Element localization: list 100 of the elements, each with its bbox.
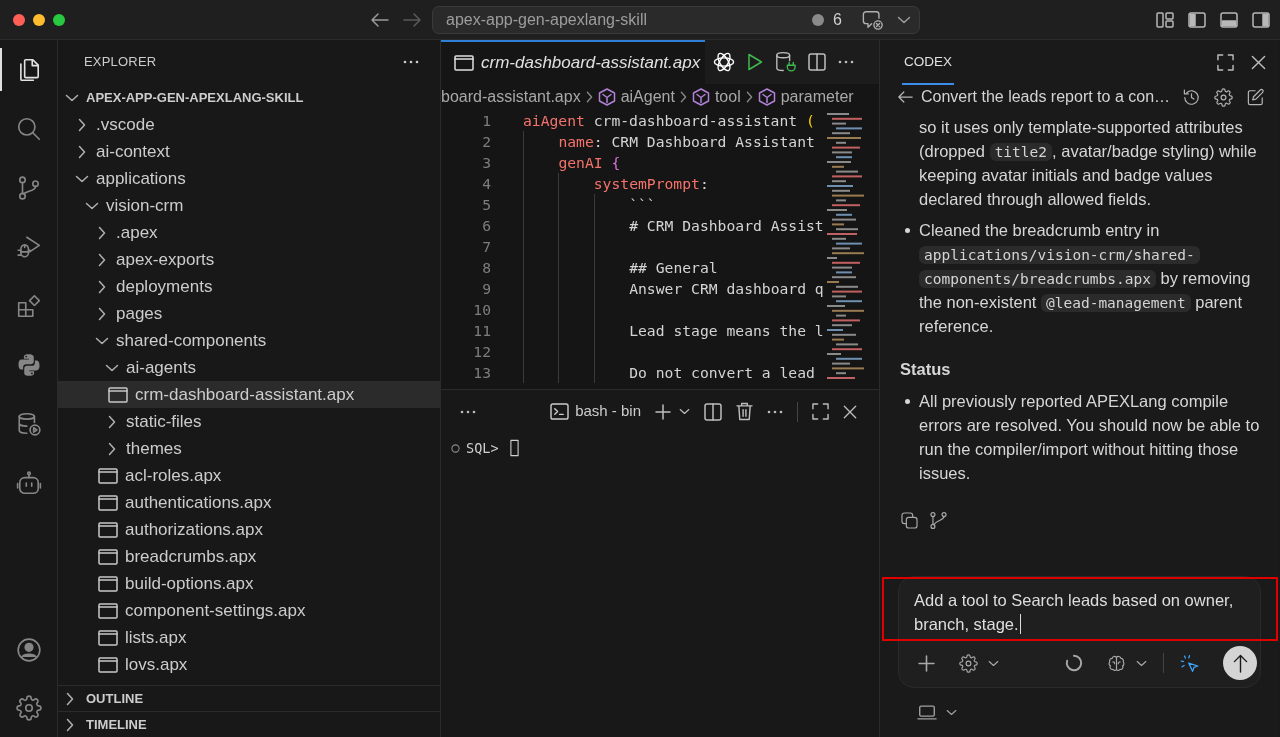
file-icon	[454, 55, 474, 71]
terminal-tab[interactable]: bash - bin	[550, 400, 641, 423]
arrow-left-icon[interactable]	[898, 91, 913, 103]
chevron-down-icon[interactable]	[897, 15, 911, 24]
tree-item[interactable]: vision-crm	[58, 192, 440, 219]
code-line: Do not convert a lead	[629, 363, 815, 383]
layout-grid-icon[interactable]	[1156, 11, 1174, 28]
chevron-down-icon[interactable]	[1136, 659, 1147, 667]
play-icon[interactable]	[747, 53, 763, 71]
section-header[interactable]: OUTLINE	[58, 685, 440, 711]
branch-icon[interactable]	[929, 511, 948, 530]
spinner-icon	[1065, 654, 1083, 672]
right-sidebar-icon[interactable]	[1252, 11, 1270, 28]
send-button[interactable]	[1223, 646, 1257, 680]
code-line: ```	[629, 195, 656, 215]
trash-icon[interactable]	[736, 402, 753, 421]
arrow-right-icon[interactable]	[403, 12, 421, 27]
tree-item[interactable]: authorizations.apx	[58, 516, 440, 543]
tree-item[interactable]: build-options.apx	[58, 570, 440, 597]
snakes-icon[interactable]	[15, 351, 42, 378]
status-ring-icon	[451, 443, 460, 453]
close-icon[interactable]	[1251, 54, 1266, 70]
bullet-icon	[905, 399, 910, 404]
code-line: Lead stage means the l	[629, 321, 824, 341]
settings-icon[interactable]	[959, 653, 978, 673]
more-icon[interactable]	[403, 60, 419, 64]
breadcrumb-link[interactable]: board-assistant.apx	[441, 85, 581, 109]
tree-item[interactable]: crm-dashboard-assistant.apx	[58, 381, 440, 408]
bullet-icon	[905, 228, 910, 233]
breadcrumb-link[interactable]: parameter	[757, 85, 854, 109]
settings-icon[interactable]	[1214, 87, 1233, 107]
atom-icon[interactable]	[713, 51, 735, 73]
blocks-icon[interactable]	[15, 292, 42, 319]
maximize-icon[interactable]	[1217, 53, 1234, 71]
tree-item[interactable]: APEX-APP-GEN-APEXLANG-SKILL	[58, 84, 440, 111]
file-icon	[98, 602, 118, 619]
chevron-down-icon[interactable]	[988, 659, 999, 667]
section-heading: Status	[900, 359, 952, 380]
maximize-icon[interactable]	[812, 403, 829, 420]
tree-item[interactable]: component-settings.apx	[58, 597, 440, 624]
line-number: 10	[472, 300, 491, 320]
tree-item[interactable]: authentications.apx	[58, 489, 440, 516]
tree-item[interactable]: pages	[58, 300, 440, 327]
chevron-right-icon	[679, 91, 687, 103]
cube-icon	[757, 88, 776, 106]
sparkle-cursor-icon[interactable]	[1180, 653, 1199, 673]
thread-title: Convert the leads report to a con…	[921, 87, 1171, 107]
account-icon[interactable]	[15, 637, 42, 663]
section-header[interactable]: TIMELINE	[58, 711, 440, 737]
tree-item[interactable]: acl-roles.apx	[58, 462, 440, 489]
bottom-panel-icon[interactable]	[1220, 11, 1238, 28]
tree-item[interactable]: ai-context	[58, 138, 440, 165]
database-play-icon[interactable]	[15, 410, 42, 437]
tree-item[interactable]: .vscode	[58, 111, 440, 138]
tree-item[interactable]: ai-agents	[58, 354, 440, 381]
line-number: 12	[472, 342, 491, 362]
arrow-left-icon[interactable]	[371, 12, 389, 27]
tree-item[interactable]: .apex	[58, 219, 440, 246]
tree-item[interactable]: lovs.apx	[58, 651, 440, 678]
tree-item[interactable]: themes	[58, 435, 440, 462]
split-editor-icon[interactable]	[808, 53, 826, 71]
window-minimize-icon[interactable]	[33, 13, 45, 26]
brain-icon[interactable]	[1107, 653, 1126, 673]
settings-icon[interactable]	[15, 695, 42, 721]
tree-item[interactable]: deployments	[58, 273, 440, 300]
search-icon[interactable]	[15, 115, 42, 142]
breadcrumb-link[interactable]: tool	[691, 85, 741, 109]
window-zoom-icon[interactable]	[53, 13, 65, 26]
code-line: # CRM Dashboard Assist	[629, 216, 824, 236]
panel-tab[interactable]: CODEX	[902, 41, 954, 85]
more-icon[interactable]	[838, 60, 854, 64]
tree-item[interactable]: applications	[58, 165, 440, 192]
database-plug-icon[interactable]	[775, 51, 796, 73]
window-close-icon[interactable]	[13, 13, 25, 26]
tree-item[interactable]: apex-exports	[58, 246, 440, 273]
chat-close-icon[interactable]	[862, 8, 884, 31]
laptop-icon[interactable]	[917, 705, 937, 720]
copy-icon[interactable]	[900, 511, 919, 530]
more-icon[interactable]	[767, 409, 783, 414]
tree-item[interactable]: static-files	[58, 408, 440, 435]
plus-icon[interactable]	[918, 654, 935, 672]
breadcrumb-link[interactable]: aiAgent	[597, 85, 675, 109]
split-terminal-icon[interactable]	[704, 402, 722, 421]
edit-icon[interactable]	[1246, 87, 1265, 107]
chevron-down-icon[interactable]	[946, 709, 957, 716]
code-line: name: CRM Dashboard Assistant	[558, 132, 815, 152]
play-bug-icon[interactable]	[15, 233, 42, 260]
chevron-down-icon[interactable]	[679, 408, 690, 415]
line-number: 13	[472, 363, 491, 383]
robot-icon[interactable]	[15, 469, 42, 496]
history-icon[interactable]	[1182, 87, 1201, 107]
tree-item[interactable]: shared-components	[58, 327, 440, 354]
tree-item[interactable]: lists.apx	[58, 624, 440, 651]
plus-icon[interactable]	[655, 403, 671, 420]
more-icon[interactable]	[460, 409, 476, 414]
left-sidebar-icon[interactable]	[1188, 11, 1206, 28]
tree-item[interactable]: breadcrumbs.apx	[58, 543, 440, 570]
editor-tab[interactable]: crm-dashboard-assistant.apx	[441, 40, 705, 84]
command-center[interactable]: apex-app-gen-apexlang-skill 6	[432, 5, 920, 34]
close-icon[interactable]	[843, 404, 857, 419]
